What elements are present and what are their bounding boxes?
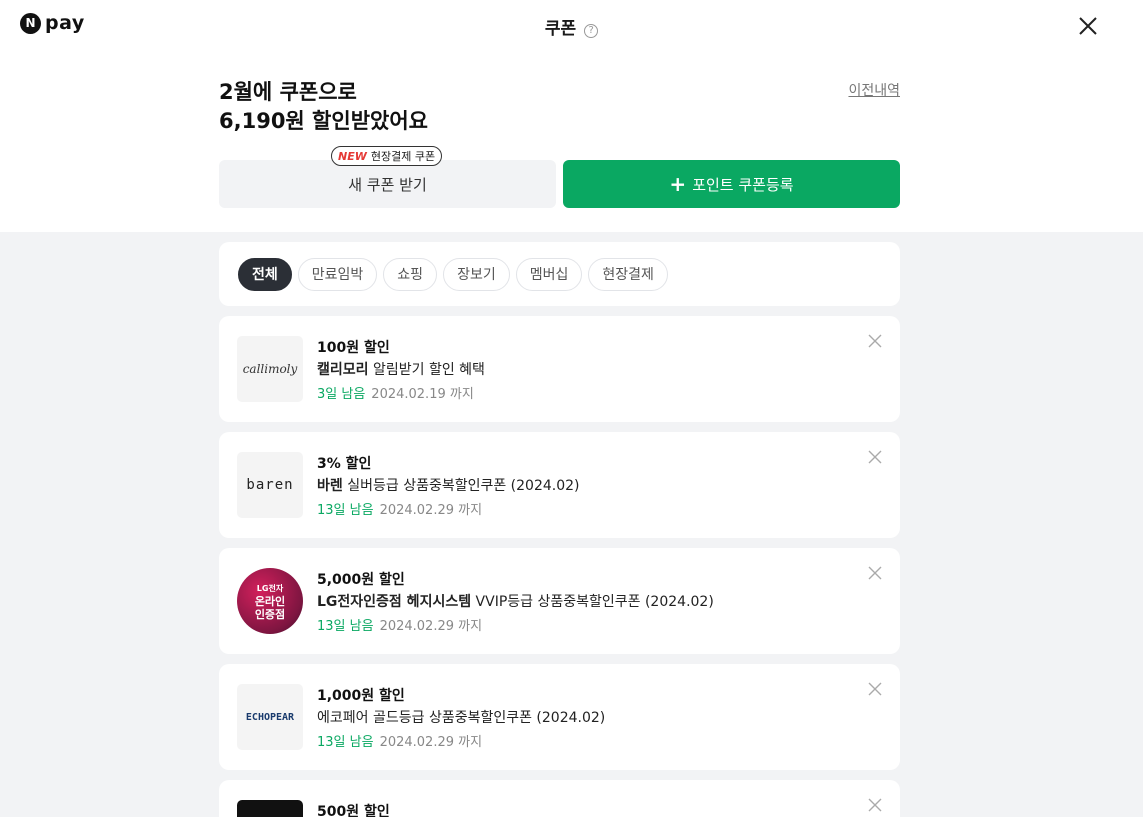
brand-logo: callimoly bbox=[237, 336, 303, 402]
coupon-desc: 실버등급 상품중복할인쿠폰 (2024.02) bbox=[347, 478, 580, 494]
filter-chip-grocery[interactable]: 장보기 bbox=[443, 257, 510, 291]
coupon-brand: LG전자인증점 헤지시스템 bbox=[317, 594, 472, 610]
dismiss-coupon-icon[interactable] bbox=[868, 334, 882, 348]
dismiss-coupon-icon[interactable] bbox=[868, 566, 882, 580]
summary-line-1: 2월에 쿠폰으로 bbox=[219, 80, 357, 104]
due-date: 2024.02.29 까지 bbox=[379, 735, 483, 750]
echopear-logo-text: ECHOPEAR bbox=[245, 711, 295, 723]
lg-logo-line-1: LG전자 bbox=[256, 583, 284, 593]
page-title-text: 쿠폰 bbox=[544, 19, 577, 39]
brand-logo bbox=[237, 800, 303, 817]
filter-chip-onsite[interactable]: 현장결제 bbox=[588, 257, 668, 291]
register-coupon-label: 포인트 쿠폰등록 bbox=[692, 175, 794, 194]
badge-text: 현장결제 쿠폰 bbox=[370, 150, 436, 163]
filter-chip-all[interactable]: 전체 bbox=[238, 257, 292, 291]
new-coupon-label: 새 쿠폰 받기 bbox=[348, 175, 427, 194]
lg-logo-line-3: 인증점 bbox=[254, 607, 286, 621]
filter-bar: 전체 만료임박 쇼핑 장보기 멤버십 현장결제 bbox=[219, 242, 900, 306]
brand-logo: LG전자 온라인 인증점 bbox=[237, 568, 303, 634]
coupon-expiry: 13일 남음 2024.02.29 까지 bbox=[317, 615, 482, 634]
filter-chip-expiring[interactable]: 만료임박 bbox=[297, 257, 378, 291]
days-left: 13일 남음 bbox=[317, 503, 374, 518]
discount-summary: 2월에 쿠폰으로 6,190원 할인받았어요 bbox=[219, 78, 428, 136]
due-date: 2024.02.29 까지 bbox=[379, 503, 483, 518]
top-panel: N pay 쿠폰 ? 2월에 쿠폰으로 6,190원 할인받았어요 이전내역 N… bbox=[0, 0, 1143, 232]
coupon-card[interactable]: 500원 할인 bbox=[219, 780, 900, 817]
dismiss-coupon-icon[interactable] bbox=[868, 798, 882, 812]
coupon-name: LG전자인증점 헤지시스템 VVIP등급 상품중복할인쿠폰 (2024.02) bbox=[317, 591, 714, 611]
plus-icon: + bbox=[669, 172, 687, 196]
due-date: 2024.02.29 까지 bbox=[379, 619, 483, 634]
close-button[interactable] bbox=[1076, 14, 1100, 38]
coupon-expiry: 13일 남음 2024.02.29 까지 bbox=[317, 499, 482, 518]
new-coupon-button[interactable]: 새 쿠폰 받기 bbox=[219, 160, 556, 208]
coupon-name: 캘리모리 알림받기 할인 혜택 bbox=[317, 359, 485, 379]
coupon-amount: 5,000원 할인 bbox=[317, 572, 405, 588]
days-left: 13일 남음 bbox=[317, 619, 374, 634]
register-coupon-button[interactable]: + 포인트 쿠폰등록 bbox=[563, 160, 900, 208]
coupon-desc: 알림받기 할인 혜택 bbox=[372, 362, 485, 378]
coupon-card[interactable]: LG전자 온라인 인증점 5,000원 할인 LG전자인증점 헤지시스템 VVI… bbox=[219, 548, 900, 654]
history-link[interactable]: 이전내역 bbox=[848, 80, 900, 100]
coupon-desc: 에코페어 골드등급 상품중복할인쿠폰 (2024.02) bbox=[317, 710, 606, 726]
coupon-card[interactable]: baren 3% 할인 바렌 실버등급 상품중복할인쿠폰 (2024.02) 1… bbox=[219, 432, 900, 538]
brand-logo: baren bbox=[237, 452, 303, 518]
onsite-coupon-badge: NEW 현장결제 쿠폰 bbox=[331, 146, 443, 166]
brand-logo: ECHOPEAR bbox=[237, 684, 303, 750]
coupon-amount: 500원 할인 bbox=[317, 804, 390, 817]
lg-logo: LG전자 온라인 인증점 bbox=[237, 568, 303, 634]
coupon-amount: 3% 할인 bbox=[317, 456, 372, 472]
coupon-desc: VVIP등급 상품중복할인쿠폰 (2024.02) bbox=[475, 594, 714, 610]
coupon-amount: 100원 할인 bbox=[317, 340, 390, 356]
help-icon[interactable]: ? bbox=[584, 24, 599, 38]
coupon-name: 바렌 실버등급 상품중복할인쿠폰 (2024.02) bbox=[317, 475, 580, 495]
coupon-brand: 캘리모리 bbox=[317, 362, 369, 378]
close-icon bbox=[1079, 17, 1097, 35]
due-date: 2024.02.19 까지 bbox=[371, 387, 474, 402]
filter-chip-shopping[interactable]: 쇼핑 bbox=[383, 257, 438, 291]
lg-logo-line-2: 온라인 bbox=[254, 594, 286, 608]
coupon-brand: 바렌 bbox=[317, 478, 343, 494]
coupon-card[interactable]: callimoly 100원 할인 캘리모리 알림받기 할인 혜택 3일 남음 2… bbox=[219, 316, 900, 422]
coupon-name: 에코페어 골드등급 상품중복할인쿠폰 (2024.02) bbox=[317, 707, 605, 727]
new-label: NEW bbox=[338, 149, 367, 163]
coupon-expiry: 13일 남음 2024.02.29 까지 bbox=[317, 731, 482, 750]
dismiss-coupon-icon[interactable] bbox=[868, 682, 882, 696]
coupon-expiry: 3일 남음 2024.02.19 까지 bbox=[317, 383, 474, 402]
coupon-card[interactable]: ECHOPEAR 1,000원 할인 에코페어 골드등급 상품중복할인쿠폰 (2… bbox=[219, 664, 900, 770]
coupon-amount: 1,000원 할인 bbox=[317, 688, 405, 704]
page-title: 쿠폰 ? bbox=[0, 14, 1143, 39]
days-left: 13일 남음 bbox=[317, 735, 374, 750]
filter-chip-membership[interactable]: 멤버십 bbox=[515, 257, 583, 291]
summary-line-2: 6,190원 할인받았어요 bbox=[219, 109, 428, 133]
dismiss-coupon-icon[interactable] bbox=[868, 450, 882, 464]
callimoly-logo-text: callimoly bbox=[242, 362, 298, 376]
baren-logo-text: baren bbox=[246, 477, 294, 493]
days-left: 3일 남음 bbox=[317, 387, 366, 402]
